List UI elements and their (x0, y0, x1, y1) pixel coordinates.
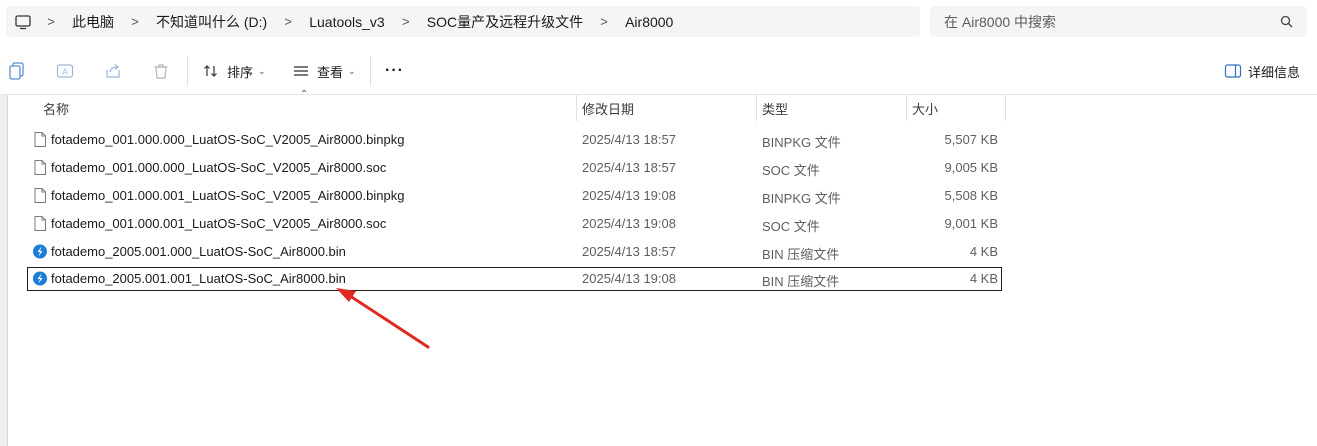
details-label: 详细信息 (1248, 64, 1301, 80)
file-size: 5,507 KB (944, 132, 999, 147)
file-size: 5,508 KB (944, 188, 999, 203)
rename-icon: A (56, 62, 74, 80)
chevron-right-icon[interactable]: > (38, 14, 64, 29)
file-date: 2025/4/13 19:08 (582, 216, 676, 231)
file-date: 2025/4/13 18:57 (582, 160, 676, 175)
copy-button[interactable] (8, 58, 26, 84)
breadcrumb-air8000[interactable]: Air8000 (617, 14, 681, 30)
file-type: BINPKG 文件 (762, 191, 841, 206)
sort-label: 排序 (227, 64, 254, 80)
file-name: fotademo_001.000.000_LuatOS-SoC_V2005_Ai… (51, 132, 405, 147)
file-name: fotademo_2005.001.001_LuatOS-SoC_Air8000… (51, 271, 346, 286)
details-pane-icon (1224, 63, 1242, 79)
view-list-icon (293, 63, 309, 79)
toolbar-divider (370, 56, 371, 86)
breadcrumb-soc-folder[interactable]: SOC量产及远程升级文件 (419, 12, 591, 32)
search-box[interactable]: 在 Air8000 中搜索 (930, 6, 1307, 37)
file-type: BINPKG 文件 (762, 135, 841, 150)
file-date: 2025/4/13 18:57 (582, 244, 676, 259)
more-options-button[interactable]: ··· (385, 58, 404, 84)
view-label: 查看 (317, 64, 344, 80)
file-name: fotademo_001.000.001_LuatOS-SoC_V2005_Ai… (51, 188, 405, 203)
file-size: 9,005 KB (944, 160, 999, 175)
file-type: SOC 文件 (762, 219, 820, 234)
file-date: 2025/4/13 19:08 (582, 188, 676, 203)
file-name: fotademo_001.000.001_LuatOS-SoC_V2005_Ai… (51, 216, 387, 231)
file-row-selected[interactable]: fotademo_2005.001.001_LuatOS-SoC_Air8000… (27, 267, 1002, 291)
file-row[interactable]: fotademo_001.000.000_LuatOS-SoC_V2005_Ai… (27, 128, 1002, 152)
column-divider[interactable] (576, 95, 577, 121)
file-type: BIN 压缩文件 (762, 274, 840, 289)
breadcrumb-drive-d[interactable]: 不知道叫什么 (D:) (148, 12, 275, 32)
file-size: 4 KB (969, 244, 998, 259)
file-date: 2025/4/13 19:08 (582, 271, 676, 286)
bin-archive-icon (32, 243, 48, 260)
file-size: 4 KB (969, 271, 998, 286)
file-name: fotademo_001.000.000_LuatOS-SoC_V2005_Ai… (51, 160, 387, 175)
share-button[interactable] (104, 58, 122, 84)
chevron-down-icon: ⌄ (348, 65, 356, 76)
generic-file-icon (32, 159, 48, 176)
chevron-right-icon[interactable]: > (591, 14, 617, 29)
file-type: SOC 文件 (762, 163, 820, 178)
svg-text:A: A (62, 68, 68, 77)
more-icon: ··· (385, 62, 404, 79)
sort-icon (203, 63, 219, 79)
column-divider[interactable] (1005, 95, 1006, 121)
file-name: fotademo_2005.001.000_LuatOS-SoC_Air8000… (51, 244, 346, 259)
chevron-right-icon[interactable]: > (393, 14, 419, 29)
search-icon[interactable] (1279, 14, 1295, 30)
file-size: 9,001 KB (944, 216, 999, 231)
breadcrumb-this-pc[interactable]: 此电脑 (64, 12, 122, 32)
breadcrumb-luatools[interactable]: Luatools_v3 (301, 14, 393, 30)
rename-button[interactable]: A (56, 58, 74, 84)
column-divider[interactable] (756, 95, 757, 121)
bin-archive-icon (32, 270, 48, 287)
column-header-size[interactable]: 大小 (912, 95, 938, 121)
file-date: 2025/4/13 18:57 (582, 132, 676, 147)
details-pane-button[interactable]: 详细信息 (1224, 58, 1300, 84)
sort-button[interactable]: 排序 ⌄ (203, 58, 266, 84)
file-row[interactable]: fotademo_2005.001.000_LuatOS-SoC_Air8000… (27, 240, 1002, 264)
generic-file-icon (32, 131, 48, 148)
command-bar: A 排序 ⌄ 查看 ⌄ ··· 详细信息 (0, 48, 1317, 95)
search-input[interactable]: 在 Air8000 中搜索 (944, 12, 1279, 32)
toolbar-divider (187, 56, 188, 86)
file-row[interactable]: fotademo_001.000.001_LuatOS-SoC_V2005_Ai… (27, 212, 1002, 236)
generic-file-icon (32, 215, 48, 232)
delete-button[interactable] (152, 58, 170, 84)
file-row[interactable]: fotademo_001.000.001_LuatOS-SoC_V2005_Ai… (27, 184, 1002, 208)
column-header-name[interactable]: 名称 (43, 95, 69, 121)
generic-file-icon (32, 187, 48, 204)
address-bar[interactable]: > 此电脑 > 不知道叫什么 (D:) > Luatools_v3 > SOC量产及远程… (6, 6, 920, 37)
chevron-right-icon[interactable]: > (122, 14, 148, 29)
view-button[interactable]: 查看 ⌄ (293, 58, 356, 84)
navigation-pane-edge[interactable] (0, 95, 8, 446)
address-toolbar: > 此电脑 > 不知道叫什么 (D:) > Luatools_v3 > SOC量产及远程… (0, 0, 1317, 44)
trash-icon (152, 62, 170, 80)
this-pc-icon[interactable] (14, 13, 32, 31)
column-header-type[interactable]: 类型 (762, 95, 788, 121)
chevron-down-icon: ⌄ (258, 65, 266, 76)
column-header-date[interactable]: 修改日期 (582, 95, 634, 121)
file-type: BIN 压缩文件 (762, 247, 840, 262)
sort-ascending-icon: ⌃ (300, 89, 309, 100)
copy-icon (8, 61, 26, 81)
share-icon (104, 62, 122, 80)
file-row[interactable]: fotademo_001.000.000_LuatOS-SoC_V2005_Ai… (27, 156, 1002, 180)
chevron-right-icon[interactable]: > (275, 14, 301, 29)
column-divider[interactable] (906, 95, 907, 121)
